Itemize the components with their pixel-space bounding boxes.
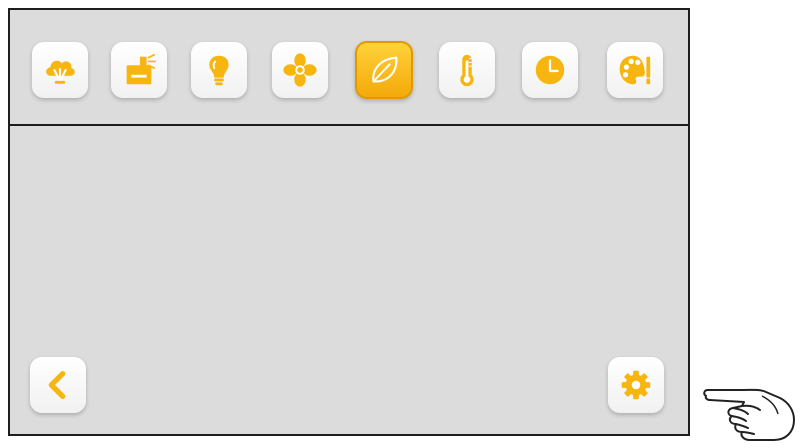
fan-button[interactable] — [272, 42, 328, 98]
temperature-button[interactable] — [439, 42, 495, 98]
device-screen — [8, 8, 690, 436]
palette-icon — [619, 55, 651, 85]
chevron-left-icon — [48, 370, 66, 400]
leaf-eco-icon — [372, 56, 398, 83]
light-bulb-icon — [209, 55, 229, 86]
eco-button[interactable] — [355, 41, 413, 99]
steam-cloud-icon — [46, 60, 75, 84]
fan-icon — [283, 53, 317, 87]
hood-button[interactable] — [111, 42, 167, 98]
settings-button[interactable] — [608, 357, 664, 413]
gear-icon — [621, 370, 651, 400]
thermometer-icon — [460, 54, 474, 87]
theme-button[interactable] — [607, 42, 663, 98]
clock-icon — [535, 55, 565, 85]
timer-button[interactable] — [522, 42, 578, 98]
hood-icon — [126, 53, 157, 85]
back-button[interactable] — [30, 357, 86, 413]
pointing-hand-icon — [703, 388, 795, 441]
top-toolbar — [10, 10, 688, 126]
light-button[interactable] — [191, 42, 247, 98]
steam-button[interactable] — [32, 42, 88, 98]
